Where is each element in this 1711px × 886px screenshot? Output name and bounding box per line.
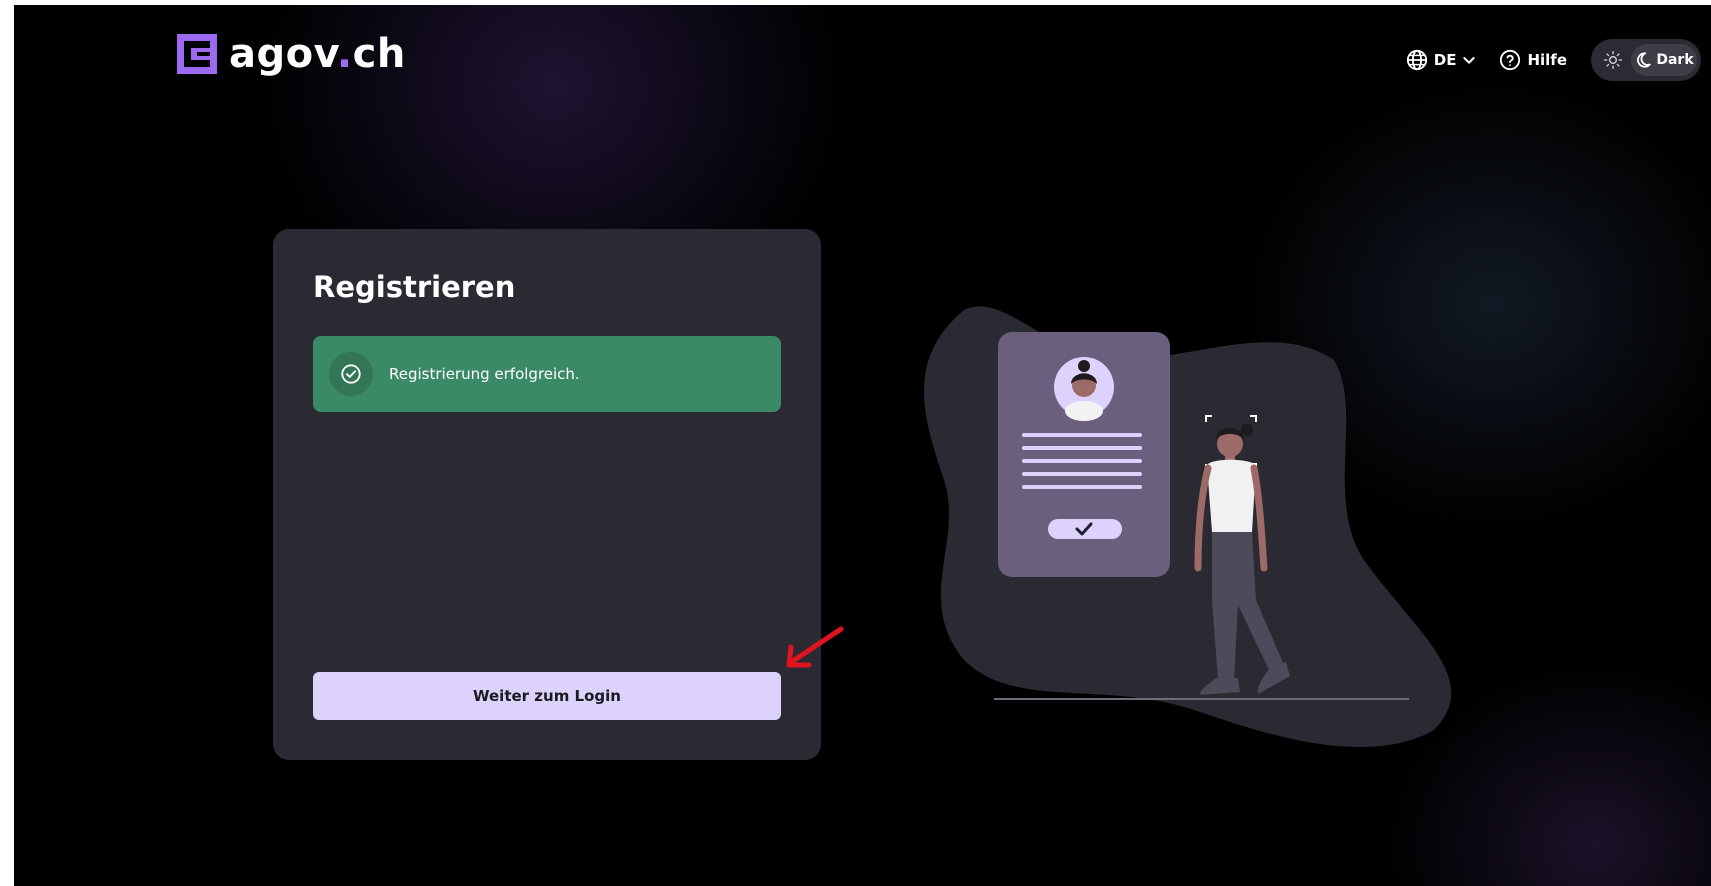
light-mode-option[interactable] — [1595, 50, 1631, 70]
agov-logo-icon — [177, 34, 217, 74]
dark-mode-label: Dark — [1656, 52, 1694, 68]
success-alert: Registrierung erfolgreich. — [313, 336, 781, 412]
alert-message: Registrierung erfolgreich. — [389, 365, 580, 383]
card-title: Registrieren — [313, 270, 516, 304]
theme-toggle[interactable]: Dark — [1591, 39, 1701, 81]
registration-card: Registrieren Registrierung erfolgreich. … — [273, 229, 821, 760]
logo-dot: . — [336, 31, 353, 77]
help-link[interactable]: Hilfe — [1499, 49, 1567, 71]
top-navigation: DE Hilfe Dark — [1406, 39, 1701, 81]
globe-icon — [1406, 49, 1427, 71]
help-label: Hilfe — [1527, 51, 1567, 69]
language-selector[interactable]: DE — [1406, 49, 1478, 71]
dark-mode-option[interactable]: Dark — [1631, 44, 1697, 76]
logo-tld: ch — [352, 31, 406, 77]
alert-icon-container — [329, 352, 373, 396]
check-circle-icon — [341, 364, 361, 384]
question-circle-icon — [1500, 49, 1521, 71]
red-arrow-icon — [786, 626, 844, 668]
logo-wordmark: agov.ch — [229, 34, 406, 74]
agov-logo[interactable]: agov.ch — [177, 34, 406, 74]
chevron-down-icon — [1463, 57, 1476, 64]
page-viewport: agov.ch DE Hilfe Dark Registrieren Regis… — [14, 5, 1711, 886]
identity-verification-illustration — [924, 306, 1452, 748]
language-label: DE — [1433, 51, 1457, 69]
continue-to-login-button[interactable]: Weiter zum Login — [313, 672, 781, 720]
sun-icon — [1604, 51, 1622, 70]
logo-name: agov — [229, 31, 337, 77]
moon-icon — [1637, 52, 1651, 68]
